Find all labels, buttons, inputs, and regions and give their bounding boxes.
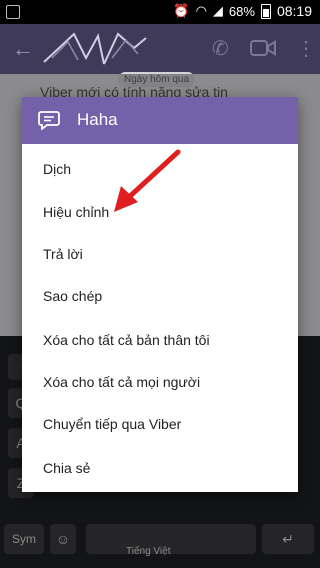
phone-icon[interactable]: ✆: [212, 36, 229, 61]
chat-app-bar: ← ✆ ⋮: [0, 24, 320, 74]
video-call-icon[interactable]: [250, 39, 276, 57]
dialog-header: Haha: [22, 97, 298, 144]
signal-icon: ◢: [212, 3, 223, 18]
menu-item-copy[interactable]: Sao chép: [43, 281, 283, 311]
menu-item-translate[interactable]: Dịch: [43, 154, 283, 184]
battery-percent: 68%: [228, 3, 255, 19]
menu-item-delete-for-me[interactable]: Xóa cho tất cả bản thân tôi: [43, 325, 283, 355]
clock: 08:19: [276, 3, 312, 19]
status-icons: ⏰ ◠ ◢ 68% 08:19: [173, 3, 312, 19]
contact-avatar-logo[interactable]: [34, 28, 154, 70]
menu-item-edit[interactable]: Hiệu chỉnh: [43, 197, 283, 227]
message-options-dialog: Haha Dịch Hiệu chỉnh Trả lời Sao chép Xó…: [22, 97, 298, 492]
message-bubble-icon: [38, 111, 60, 130]
wifi-icon: ◠: [195, 3, 207, 18]
menu-item-reply[interactable]: Trả lời: [43, 239, 283, 269]
gallery-icon: [6, 5, 20, 19]
status-bar: ⏰ ◠ ◢ 68% 08:19: [0, 0, 320, 24]
dialog-title: Haha: [77, 110, 118, 129]
menu-item-share[interactable]: Chia sẻ: [43, 453, 283, 483]
menu-item-forward-viber[interactable]: Chuyển tiếp qua Viber: [43, 409, 283, 439]
menu-item-delete-for-everyone[interactable]: Xóa cho tất cả mọi người: [43, 367, 283, 397]
more-options-icon[interactable]: ⋮: [296, 36, 316, 61]
alarm-icon: ⏰: [173, 3, 190, 18]
battery-icon: [260, 3, 271, 19]
back-arrow-icon[interactable]: ←: [12, 36, 34, 62]
